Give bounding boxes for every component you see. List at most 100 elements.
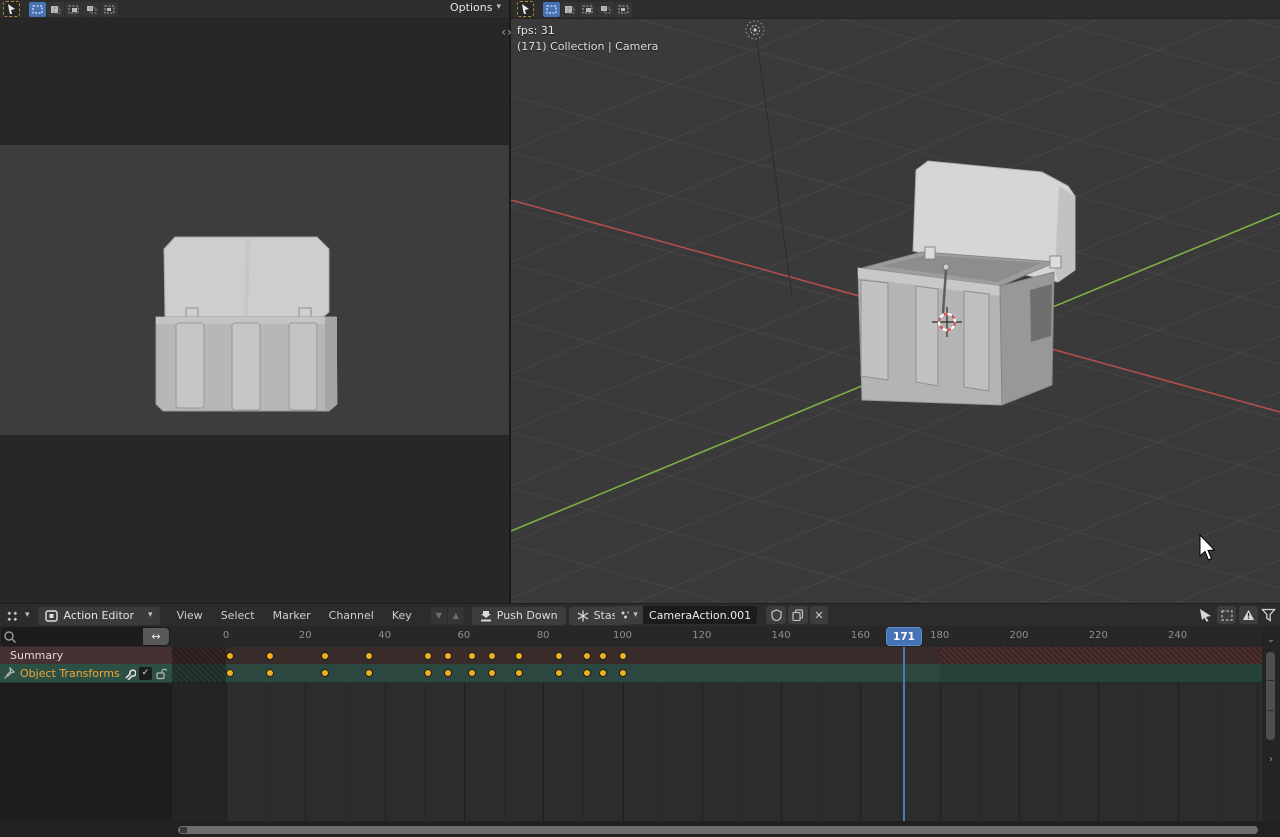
ot-channel-panel[interactable]: Object Transforms ✓ <box>0 664 172 683</box>
keyframe[interactable] <box>321 652 329 660</box>
browse-action-button[interactable]: ▾ <box>615 606 643 624</box>
tweak-tool-icon[interactable] <box>517 1 534 17</box>
select-mode-intersect-button[interactable] <box>615 2 632 17</box>
horizontal-scrollbar[interactable] <box>178 826 1258 834</box>
unlock-icon[interactable] <box>155 667 168 680</box>
options-dropdown[interactable]: Options ▾ <box>450 1 501 14</box>
tweak-tool-icon[interactable] <box>3 1 20 17</box>
channel-row-object-transforms[interactable]: Object Transforms ✓ <box>0 664 1262 682</box>
keyframe[interactable] <box>468 669 476 677</box>
keyframe[interactable] <box>555 669 563 677</box>
ruler-tick-label: 160 <box>851 630 870 641</box>
search-icon <box>3 630 17 644</box>
horizontal-scrollbar-track[interactable] <box>0 821 1280 837</box>
chest-model-camera-view[interactable] <box>0 0 509 603</box>
keyframe[interactable] <box>424 652 432 660</box>
channel-row-summary[interactable]: Summary <box>0 647 1262 664</box>
timeline-ruler[interactable]: 020406080100120140160180200220240 ↔ 171 <box>0 626 1280 648</box>
menu-key[interactable]: Key <box>383 609 421 622</box>
chest-hinge <box>925 247 935 259</box>
new-action-button[interactable] <box>788 606 808 624</box>
keyframe[interactable] <box>488 669 496 677</box>
pre-range-background <box>172 682 226 821</box>
fake-user-button[interactable] <box>766 606 786 624</box>
menu-channel[interactable]: Channel <box>320 609 383 622</box>
keyframe[interactable] <box>365 669 373 677</box>
viewport-camera[interactable]: Options ▾ <box>0 0 509 603</box>
move-down-button[interactable]: ▼ <box>431 607 447 624</box>
ot-pre-range <box>172 664 226 683</box>
keyframe[interactable] <box>583 652 591 660</box>
show-hidden-button[interactable] <box>1217 606 1236 624</box>
playhead-line[interactable] <box>903 647 905 821</box>
keyframe[interactable] <box>515 652 523 660</box>
filter-icons <box>1198 606 1276 624</box>
keyframe[interactable] <box>424 669 432 677</box>
sidebar-expand-arrow[interactable]: › <box>1262 754 1280 765</box>
select-mode-subtract-button[interactable] <box>65 2 82 17</box>
filter-funnel-icon[interactable] <box>1261 608 1276 622</box>
vertical-scrollbar[interactable] <box>1266 652 1275 740</box>
select-mode-extend-button[interactable] <box>561 2 578 17</box>
warning-triangle-icon <box>1242 609 1255 621</box>
select-mode-new-button[interactable] <box>543 2 560 17</box>
editor-mode-dropdown[interactable]: Action Editor ▾ <box>38 607 160 625</box>
channel-search-input[interactable]: ↔ <box>1 627 170 646</box>
only-selected-cursor-icon[interactable] <box>1198 608 1214 622</box>
keyframe[interactable] <box>444 669 452 677</box>
menu-select[interactable]: Select <box>212 609 264 622</box>
ot-post-range <box>940 664 1262 683</box>
keyframe[interactable] <box>599 669 607 677</box>
keyframe[interactable] <box>226 652 234 660</box>
viewport-split-handle[interactable]: ‹› <box>496 26 518 40</box>
editor-type-selector[interactable]: ▾ <box>4 608 30 624</box>
keyframe[interactable] <box>266 652 274 660</box>
keyframe[interactable] <box>226 669 234 677</box>
mouse-cursor <box>1200 535 1215 560</box>
chevron-down-icon: ▾ <box>148 611 153 620</box>
action-name-input[interactable]: CameraAction.001 <box>643 606 757 624</box>
unlink-action-button[interactable]: ✕ <box>810 606 828 624</box>
show-errors-button[interactable] <box>1239 606 1258 624</box>
select-mode-extend-button[interactable] <box>47 2 64 17</box>
keyframe[interactable] <box>321 669 329 677</box>
keyframe[interactable] <box>468 652 476 660</box>
current-frame-badge[interactable]: 171 <box>886 627 922 646</box>
keyframe[interactable] <box>619 652 627 660</box>
keyframe[interactable] <box>444 652 452 660</box>
keyframe[interactable] <box>619 669 627 677</box>
channel-enable-checkbox[interactable]: ✓ <box>139 667 152 680</box>
keyframe[interactable] <box>266 669 274 677</box>
dope-sheet-tracks[interactable]: Summary Object Transforms <box>0 647 1262 821</box>
sun-light-gizmo[interactable] <box>746 21 764 39</box>
modifier-wrench-icon[interactable] <box>123 667 136 680</box>
pin-icon[interactable] <box>3 667 16 680</box>
menu-marker[interactable]: Marker <box>264 609 320 622</box>
viewport-perspective[interactable]: fps: 31 (171) Collection | Camera <box>511 0 1280 603</box>
keyframe[interactable] <box>488 652 496 660</box>
summary-channel-panel[interactable]: Summary <box>0 647 172 665</box>
keyframe[interactable] <box>515 669 523 677</box>
keyframe[interactable] <box>583 669 591 677</box>
push-down-button[interactable]: Push Down <box>472 607 566 625</box>
move-up-button[interactable]: ▲ <box>448 607 464 624</box>
filled-box-glyph <box>586 8 591 12</box>
filter-expand-button[interactable]: ↔ <box>143 628 169 645</box>
chest-model-perspective[interactable] <box>858 161 1075 405</box>
select-mode-intersect-button[interactable] <box>101 2 118 17</box>
sun-center-dot <box>753 28 756 31</box>
keyframe[interactable] <box>599 652 607 660</box>
select-mode-invert-button[interactable] <box>83 2 100 17</box>
action-datablock-field: ▾ CameraAction.001 ✕ <box>615 606 828 624</box>
keyframe[interactable] <box>365 652 373 660</box>
ruler-tick-label: 120 <box>692 630 711 641</box>
chest-slat <box>964 291 989 391</box>
chevron-down-icon[interactable]: ⌄ <box>1262 634 1280 645</box>
ruler-tick-label: 0 <box>223 630 229 641</box>
ruler-tick-label: 240 <box>1168 630 1187 641</box>
select-mode-subtract-button[interactable] <box>579 2 596 17</box>
select-mode-invert-button[interactable] <box>597 2 614 17</box>
select-mode-new-button[interactable] <box>29 2 46 17</box>
keyframe[interactable] <box>555 652 563 660</box>
menu-view[interactable]: View <box>168 609 212 622</box>
